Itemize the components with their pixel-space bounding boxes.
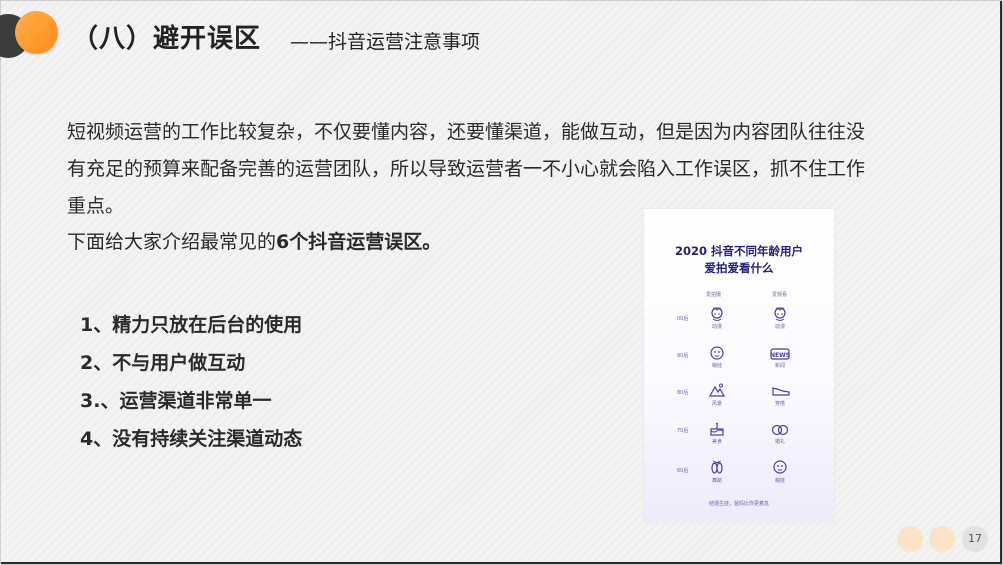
row-left-label: 萌娃 xyxy=(711,363,722,369)
row-right-label: 新闻 xyxy=(774,363,785,369)
intro-bold: 6个抖音运营误区。 xyxy=(276,231,442,253)
paragraph-line: 有充足的预算来配备完善的运营团队，所以导致运营者一不小心就会陷入工作误区，抓不住… xyxy=(67,158,866,180)
list-item: 4、没有持续关注渠道动态 xyxy=(80,428,303,450)
card-col-left: 爱拍摄 xyxy=(706,292,722,298)
intro-line: 下面给大家介绍最常见的6个抖音运营误区。 xyxy=(67,226,441,258)
ballet-shoes-icon xyxy=(711,460,723,474)
row-right-label: 穿搭 xyxy=(774,401,785,407)
card-title-line2: 爱拍爱看什么 xyxy=(704,261,774,275)
logo-orange-circle xyxy=(15,11,58,54)
list-item: 2、不与用户做互动 xyxy=(80,352,246,374)
row-left-label: 美食 xyxy=(711,439,722,445)
row-age-label: 80后 xyxy=(677,390,689,396)
list-item: 3.、运营渠道非常单一 xyxy=(80,390,272,412)
row-right-label: 萌娃 xyxy=(774,478,785,484)
anime-character-icon xyxy=(774,307,786,321)
card-col-right: 爱观看 xyxy=(772,292,788,298)
card-title-line1: 2020 抖音不同年龄用户 xyxy=(674,244,803,258)
svg-text:NEWS: NEWS xyxy=(770,352,790,359)
row-left-label: 舞蹈 xyxy=(711,478,722,484)
row-left-label: 动漫 xyxy=(711,324,722,330)
baby-face-icon xyxy=(773,460,787,474)
decor-dot xyxy=(897,526,923,552)
slide-frame xyxy=(0,0,1003,565)
row-age-label: 70后 xyxy=(677,428,689,434)
rings-icon xyxy=(771,424,789,436)
news-icon: NEWS xyxy=(770,348,790,360)
intro-prefix: 下面给大家介绍最常见的 xyxy=(67,231,277,253)
row-age-label: 90后 xyxy=(677,353,689,359)
row-left-label: 风景 xyxy=(711,401,722,407)
baby-face-icon xyxy=(710,346,724,360)
mountain-icon xyxy=(709,383,725,397)
card-footer: 结婚生娃，爸妈比你更着急 xyxy=(708,501,769,507)
row-right-label: 婚礼 xyxy=(774,439,785,445)
anime-character-icon xyxy=(711,307,723,321)
cake-icon xyxy=(710,422,724,436)
row-age-label: 00后 xyxy=(677,316,689,322)
row-age-label: 60后 xyxy=(677,468,689,474)
infographic-card: 2020 抖音不同年龄用户 爱拍爱看什么 爱拍摄 爱观看 00后 动漫 动漫 9… xyxy=(644,209,834,522)
slide-title: （八）避开误区 xyxy=(72,24,262,54)
row-right-label: 动漫 xyxy=(774,324,785,330)
decor-dot xyxy=(929,526,955,552)
shoe-icon xyxy=(772,387,790,396)
mistake-list: 1、精力只放在后台的使用 2、不与用户做互动 3.、运营渠道非常单一 4、没有持… xyxy=(80,310,302,462)
list-item: 1、精力只放在后台的使用 xyxy=(80,314,303,336)
paragraph-line: 短视频运营的工作比较复杂，不仅要懂内容，还要懂渠道，能做互动，但是因为内容团队往… xyxy=(67,121,866,143)
slide-subtitle: ——抖音运营注意事项 xyxy=(290,31,481,53)
page-number: 17 xyxy=(962,526,988,552)
